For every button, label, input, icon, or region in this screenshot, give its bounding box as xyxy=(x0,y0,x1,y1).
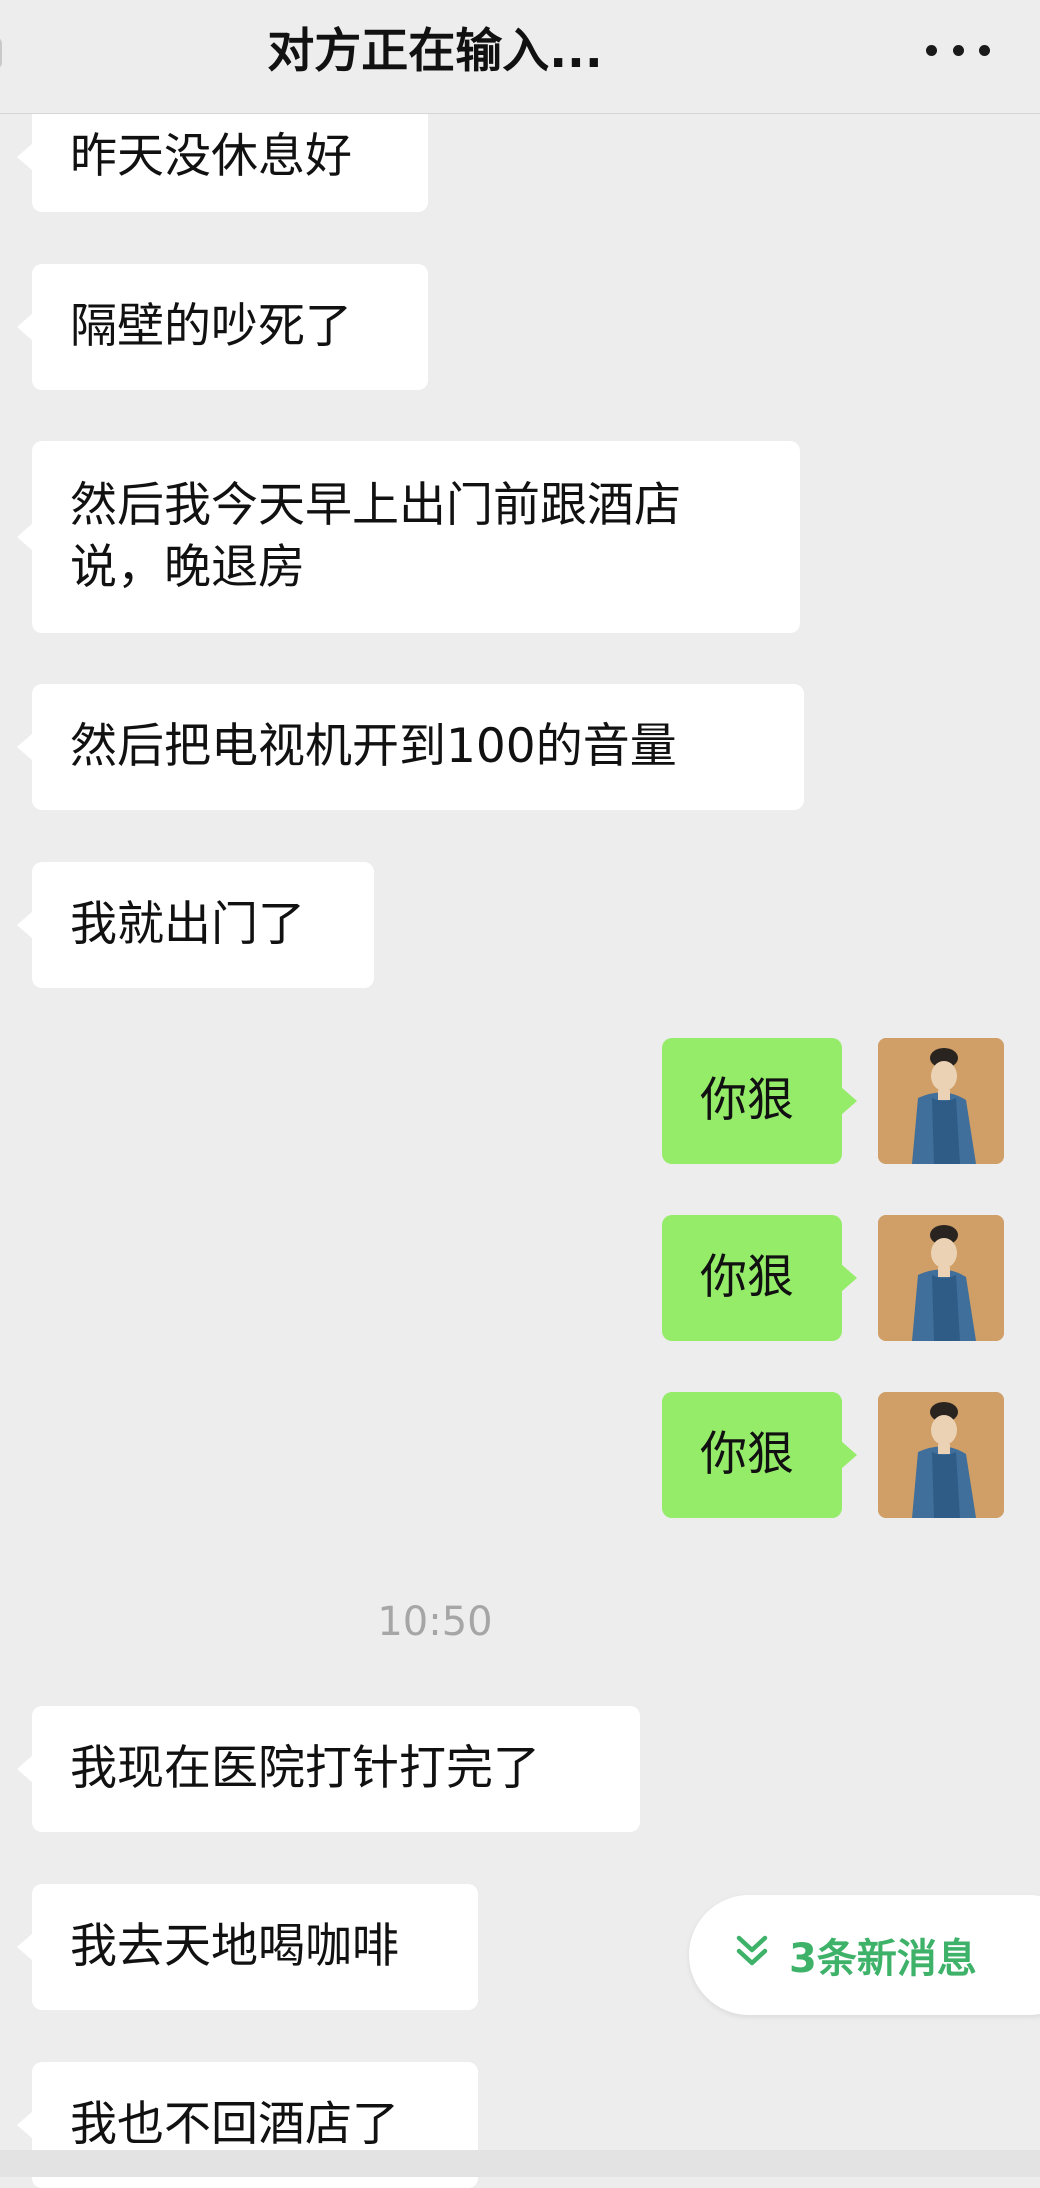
message-bubble[interactable]: 我现在医院打针打完了 xyxy=(17,1706,640,1832)
message-bubble[interactable]: 我就出门了 xyxy=(17,862,374,988)
avatar[interactable] xyxy=(878,1038,1004,1164)
chat-header: 对方正在输入... xyxy=(0,0,1040,114)
avatar[interactable] xyxy=(878,1215,1004,1341)
message-bubble[interactable]: 你狠 xyxy=(662,1038,857,1164)
double-chevron-down-icon xyxy=(733,1931,771,1979)
message-bubble[interactable]: 隔壁的吵死了 xyxy=(17,264,428,390)
new-messages-label: 3条新消息 xyxy=(789,1936,977,1982)
new-messages-button[interactable]: 3条新消息 xyxy=(689,1895,1040,2015)
message-bubble[interactable]: 然后把电视机开到100的音量 xyxy=(17,684,804,810)
more-dots-icon[interactable] xyxy=(926,35,990,65)
message-bubble[interactable]: 我去天地喝咖啡 xyxy=(17,1884,478,2010)
timestamp: 10:50 xyxy=(377,1599,493,1645)
message-bubble[interactable]: 然后我今天早上出门前跟酒店说，晚退房 xyxy=(17,441,800,633)
bottom-bar xyxy=(0,2150,1040,2177)
message-bubble[interactable]: 你狠 xyxy=(662,1215,857,1341)
message-bubble[interactable]: 你狠 xyxy=(662,1392,857,1518)
message-bubble[interactable]: 昨天没休息好 xyxy=(17,102,428,212)
chat-title: 对方正在输入... xyxy=(267,24,603,79)
avatar[interactable] xyxy=(878,1392,1004,1518)
